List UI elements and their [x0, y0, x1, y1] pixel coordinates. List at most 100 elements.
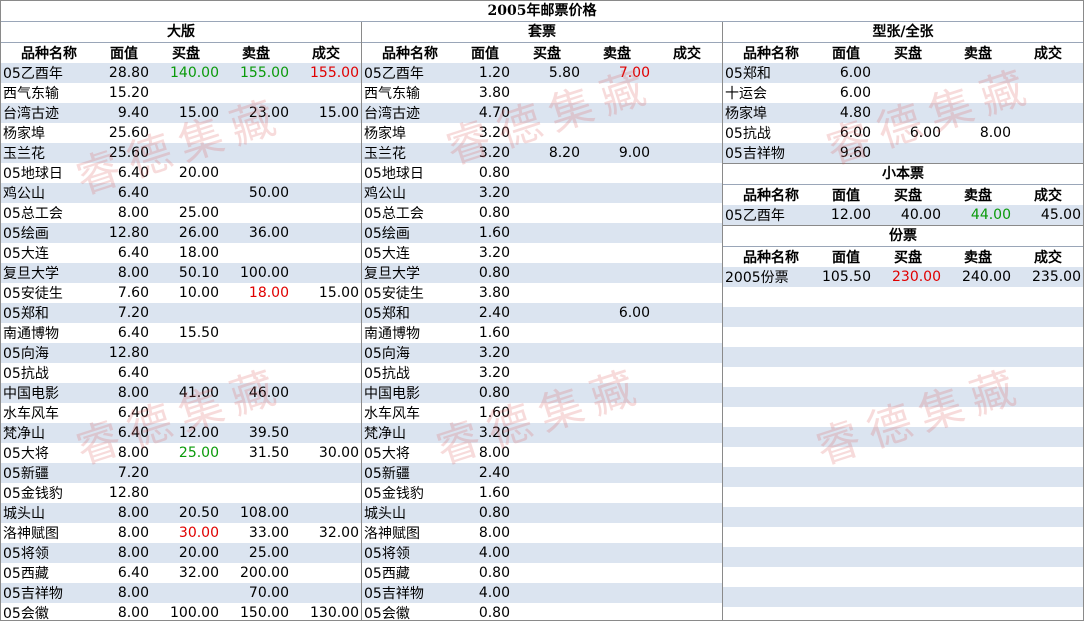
- table-row: 05郑和 7.20: [1, 303, 361, 323]
- stamp-name: 中国电影: [1, 383, 97, 403]
- column-header: 成交: [312, 46, 340, 62]
- empty-row: [723, 327, 1083, 347]
- face-value: 9.40: [97, 103, 151, 123]
- deal-price: [291, 163, 361, 183]
- sell-price: [221, 203, 291, 223]
- deal-price: [652, 343, 722, 363]
- section-title: 型张/全张: [723, 22, 1083, 43]
- table-row: 05西藏 0.80: [362, 563, 722, 583]
- face-value: 6.40: [117, 245, 149, 261]
- face-value: 4.00: [458, 583, 512, 603]
- sell-price: 18.00: [248, 285, 289, 301]
- buy-price: 20.00: [178, 165, 219, 181]
- stamp-name: 05西藏: [364, 566, 410, 582]
- face-value: 0.80: [478, 165, 510, 181]
- face-value: 0.80: [478, 565, 510, 581]
- table-row: 05抗战 6.00 6.00 8.00: [723, 123, 1083, 143]
- buy-price: [151, 123, 221, 143]
- deal-price: [291, 483, 361, 503]
- deal-price: [291, 183, 361, 203]
- buy-price: 10.00: [178, 285, 219, 301]
- buy-price: [873, 103, 943, 123]
- deal-price: [291, 343, 361, 363]
- sell-price: 6.00: [582, 303, 652, 323]
- buy-price: [873, 63, 943, 83]
- buy-price: 230.00: [873, 267, 943, 287]
- sell-price: [582, 543, 652, 563]
- stamp-name: 05绘画: [1, 223, 97, 243]
- stamp-name: 05地球日: [3, 166, 63, 182]
- section-title: 套票: [362, 22, 722, 43]
- face-value: 12.80: [97, 223, 151, 243]
- table-row: 杨家埠 4.80: [723, 103, 1083, 123]
- stamp-name: 05吉祥物: [362, 583, 458, 603]
- sell-price: 31.50: [248, 445, 289, 461]
- deal-price: [1013, 143, 1083, 163]
- table-row: 2005份票 105.50 230.00 240.00 235.00: [723, 267, 1083, 287]
- table-row: 复旦大学 8.00 50.10 100.00: [1, 263, 361, 283]
- price-sheet: 2005年邮票价格 大版 品种名称 面值 买盘 卖盘 成交 05乙酉年 28.80 140.…: [0, 0, 1084, 623]
- face-value: 3.80: [478, 285, 510, 301]
- sell-price: 33.00: [248, 525, 289, 541]
- price-table: 品种名称 面值 买盘 卖盘 成交 2005份票 105.50 230.00 240.00 235.…: [723, 247, 1083, 627]
- sell-price: [582, 363, 652, 383]
- stamp-name: 西气东输: [364, 86, 420, 102]
- face-value: 3.20: [458, 343, 512, 363]
- deal-price: [291, 463, 361, 483]
- stamp-name: 05安徒生: [364, 286, 424, 302]
- stamp-name: 05抗战: [3, 366, 49, 382]
- table-row: 水车风车 1.60: [362, 403, 722, 423]
- stamp-name: 05抗战: [725, 126, 771, 142]
- table-row: 中国电影 8.00 41.00 46.00: [1, 383, 361, 403]
- empty-row: [723, 467, 1083, 487]
- sell-price: [582, 223, 652, 243]
- face-value: 8.00: [478, 445, 510, 461]
- deal-price: [291, 203, 361, 223]
- buy-price: [512, 363, 582, 383]
- column-header: 成交: [1034, 46, 1062, 62]
- face-value: 8.00: [117, 205, 149, 221]
- deal-price: [291, 583, 361, 603]
- face-value: 3.80: [478, 85, 510, 101]
- empty-row: [723, 367, 1083, 387]
- table-row: 05新疆 7.20: [1, 463, 361, 483]
- face-value: 6.40: [117, 565, 149, 581]
- face-value: 9.60: [819, 143, 873, 163]
- buy-price: 100.00: [170, 605, 219, 621]
- deal-price: [652, 63, 722, 83]
- sell-price: [582, 203, 652, 223]
- stamp-name: 南通博物: [364, 326, 420, 342]
- table-row: 玉兰花 3.20 8.20 9.00: [362, 143, 722, 163]
- sell-price: 240.00: [943, 267, 1013, 287]
- table-row: 05新疆 2.40: [362, 463, 722, 483]
- table-row: 05大连 3.20: [362, 243, 722, 263]
- sell-price: [582, 123, 652, 143]
- deal-price: [652, 243, 722, 263]
- buy-price: [512, 103, 582, 123]
- table-row: 05向海 12.80: [1, 343, 361, 363]
- buy-price: 20.00: [151, 543, 221, 563]
- header-row: 品种名称 面值 买盘 卖盘 成交: [362, 43, 722, 63]
- table-row: 05乙酉年 28.80 140.00 155.00 155.00: [1, 63, 361, 83]
- stamp-name: 05大将: [3, 446, 49, 462]
- stamp-name: 05安徒生: [3, 286, 63, 302]
- deal-price: [652, 143, 722, 163]
- buy-price: 15.50: [178, 325, 219, 341]
- table-body: 05乙酉年 1.20 5.80 7.00 西气东输 3.80 台湾古迹 4.70 杨家埠 3.20…: [362, 63, 722, 623]
- table-row: 05金钱豹 1.60: [362, 483, 722, 503]
- face-value: 1.60: [478, 325, 510, 341]
- stamp-name: 梵净山: [1, 423, 97, 443]
- deal-price: [1013, 83, 1083, 103]
- empty-row: [723, 447, 1083, 467]
- deal-price: [652, 583, 722, 603]
- deal-price: [652, 263, 722, 283]
- face-value: 8.00: [97, 503, 151, 523]
- column-header: 卖盘: [964, 188, 992, 204]
- buy-price: [512, 463, 582, 483]
- sell-price: [582, 483, 652, 503]
- face-value: 1.60: [478, 405, 510, 421]
- buy-price: [512, 503, 582, 523]
- table-row: 05金钱豹 12.80: [1, 483, 361, 503]
- buy-price: 12.00: [151, 423, 221, 443]
- buy-price: [512, 583, 582, 603]
